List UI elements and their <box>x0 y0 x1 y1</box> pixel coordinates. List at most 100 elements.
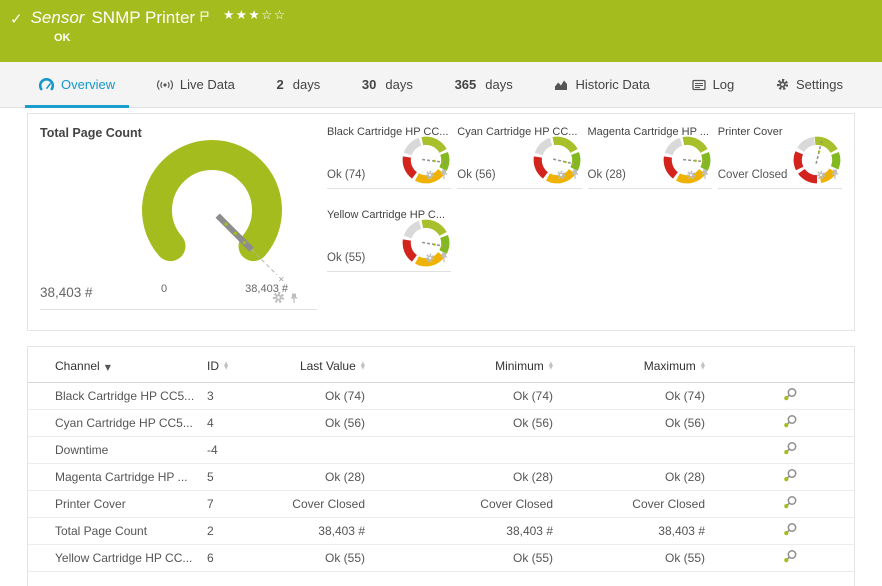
cell-max: 38,403 # <box>553 518 705 545</box>
cell-id: 2 <box>207 518 277 545</box>
mini-gauge-widget: Cyan Cartridge HP CC...Ok (56) <box>457 126 581 189</box>
widget-icons <box>425 250 449 268</box>
gear-icon[interactable] <box>425 167 435 185</box>
tab-overview[interactable]: Overview <box>25 62 129 107</box>
pin-icon[interactable] <box>570 167 580 185</box>
mini-gauge-value: Ok (56) <box>457 169 495 181</box>
pin-icon[interactable] <box>700 167 710 185</box>
gear-icon <box>776 78 789 91</box>
sort-icon: ▲▼ <box>701 362 705 371</box>
tab-2-days[interactable]: 2days <box>263 62 335 107</box>
status-check-icon: ✓ <box>10 10 23 28</box>
tab-log[interactable]: Log <box>678 62 749 107</box>
sort-icon: ▲▼ <box>224 362 228 371</box>
tab-historic-data[interactable]: Historic Data <box>540 62 663 107</box>
cell-id: -4 <box>207 437 277 464</box>
mini-gauge-widget: Magenta Cartridge HP ...Ok (28) <box>588 126 712 189</box>
column-header-max[interactable]: Maximum ▲▼ <box>553 359 705 383</box>
cell-channel: Cyan Cartridge HP CC5... <box>28 410 207 437</box>
cell-actions <box>705 437 854 464</box>
tab-number: 2 <box>277 77 284 92</box>
column-header-min[interactable]: Minimum▲▼ <box>365 359 553 383</box>
tab-settings[interactable]: Settings <box>762 62 857 107</box>
channels-table: Channel▼ID▲▼Last Value▲▼Minimum▲▼Maximum… <box>28 359 854 572</box>
pin-icon[interactable] <box>830 167 840 185</box>
mini-gauge-value: Ok (28) <box>588 169 626 181</box>
cell-id: 5 <box>207 464 277 491</box>
tab-label: Settings <box>796 77 843 92</box>
table-row: Total Page Count238,403 #38,403 #38,403 … <box>28 518 854 545</box>
channel-zoom-icon[interactable] <box>783 522 798 540</box>
widget-icons <box>686 167 710 185</box>
table-row: Printer Cover7Cover ClosedCover ClosedCo… <box>28 491 854 518</box>
cell-min <box>365 437 553 464</box>
object-kind-label: Sensor <box>31 8 85 28</box>
tab-label: days <box>485 77 512 92</box>
column-header-last[interactable]: Last Value▲▼ <box>277 359 365 383</box>
tab-label: Log <box>713 77 735 92</box>
gear-icon[interactable] <box>816 167 826 185</box>
cell-max: Ok (55) <box>553 545 705 572</box>
tab-label: Historic Data <box>575 77 649 92</box>
gear-icon[interactable] <box>272 291 285 309</box>
mini-gauge-title: Printer Cover <box>718 126 842 138</box>
cell-max: Ok (56) <box>553 410 705 437</box>
cell-id: 3 <box>207 383 277 410</box>
channel-zoom-icon[interactable] <box>783 414 798 432</box>
tab-live-data[interactable]: Live Data <box>143 62 249 107</box>
tab-bar: OverviewLive Data2days30days365daysHisto… <box>0 62 882 108</box>
column-label: Maximum <box>644 359 696 373</box>
cell-id: 7 <box>207 491 277 518</box>
sort-desc-icon: ▼ <box>105 363 111 372</box>
mini-gauge-title: Black Cartridge HP CC... <box>327 126 451 138</box>
gear-icon[interactable] <box>686 167 696 185</box>
cell-id: 4 <box>207 410 277 437</box>
gear-icon[interactable] <box>556 167 566 185</box>
table-row: Black Cartridge HP CC5...3Ok (74)Ok (74)… <box>28 383 854 410</box>
cell-last: Ok (55) <box>277 545 365 572</box>
channel-zoom-icon[interactable] <box>783 495 798 513</box>
channel-zoom-icon[interactable] <box>783 387 798 405</box>
column-header-id[interactable]: ID ▲▼ <box>207 359 277 383</box>
mini-gauge-value: Ok (55) <box>327 252 365 264</box>
cell-max <box>553 437 705 464</box>
widget-icons <box>816 167 840 185</box>
gauge-scale-min: 0 <box>161 283 167 295</box>
flag-icon[interactable] <box>200 9 209 27</box>
gear-icon[interactable] <box>425 250 435 268</box>
column-header-actions <box>705 359 854 383</box>
mini-gauge-value: Cover Closed <box>718 169 788 181</box>
channel-zoom-icon[interactable] <box>783 441 798 459</box>
log-icon <box>692 79 706 91</box>
gauge-icon <box>39 78 54 91</box>
cell-channel: Yellow Cartridge HP CC... <box>28 545 207 572</box>
tab-number: 30 <box>362 77 376 92</box>
pin-icon[interactable] <box>439 167 449 185</box>
cell-last: 38,403 # <box>277 518 365 545</box>
cell-min: Ok (55) <box>365 545 553 572</box>
column-header-channel[interactable]: Channel▼ <box>28 359 207 383</box>
widget-icons <box>272 291 299 309</box>
channel-zoom-icon[interactable] <box>783 468 798 486</box>
mini-gauge-widget: Black Cartridge HP CC...Ok (74) <box>327 126 451 189</box>
column-label: ID <box>207 359 219 373</box>
mini-gauge-widget: Yellow Cartridge HP C...Ok (55) <box>327 209 451 272</box>
table-row: Cyan Cartridge HP CC5...4Ok (56)Ok (56)O… <box>28 410 854 437</box>
priority-stars[interactable]: ★★★☆☆ <box>223 7 287 22</box>
tab-30-days[interactable]: 30days <box>348 62 427 107</box>
cell-max: Ok (74) <box>553 383 705 410</box>
cell-channel: Printer Cover <box>28 491 207 518</box>
pin-icon[interactable] <box>439 250 449 268</box>
table-row: Yellow Cartridge HP CC...6Ok (55)Ok (55)… <box>28 545 854 572</box>
widget-icons <box>425 167 449 185</box>
cell-min: 38,403 # <box>365 518 553 545</box>
primary-gauge-widget: Total Page Count × 0 38,403 # 38,403 # <box>40 126 317 310</box>
pin-icon[interactable] <box>289 291 299 309</box>
column-label: Minimum <box>495 359 544 373</box>
channel-zoom-icon[interactable] <box>783 549 798 567</box>
cell-last: Ok (56) <box>277 410 365 437</box>
cell-actions <box>705 383 854 410</box>
tab-365-days[interactable]: 365days <box>441 62 527 107</box>
widget-icons <box>556 167 580 185</box>
cell-min: Ok (74) <box>365 383 553 410</box>
